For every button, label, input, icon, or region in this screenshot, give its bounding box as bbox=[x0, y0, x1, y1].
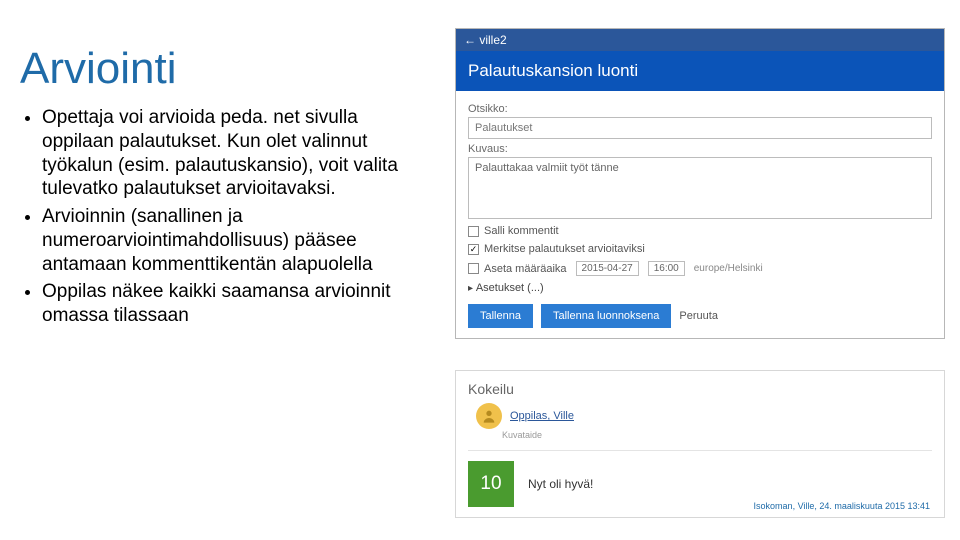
checkbox-mark-reviewable[interactable] bbox=[468, 244, 479, 255]
feedback-comment: Nyt oli hyvä! bbox=[528, 477, 593, 491]
checkbox-deadline-label: Aseta määräaika bbox=[484, 263, 567, 275]
checkbox-comments-label: Salli kommentit bbox=[484, 225, 559, 237]
checkbox-deadline[interactable] bbox=[468, 263, 479, 274]
feedback-panel: Kokeilu Oppilas, Ville Kuvataide 10 Nyt … bbox=[455, 370, 945, 518]
bullet-item: Arvioinnin (sanallinen ja numeroarvioint… bbox=[42, 205, 420, 276]
back-link[interactable]: ← ville2 bbox=[456, 29, 944, 51]
desc-label: Kuvaus: bbox=[468, 143, 932, 155]
checkbox-mark-label: Merkitse palautukset arvioitaviksi bbox=[484, 243, 645, 255]
student-name-link[interactable]: Oppilas, Ville bbox=[510, 410, 574, 422]
bullet-item: Opettaja voi arvioida peda. net sivulla … bbox=[42, 106, 420, 201]
timezone-label: europe/Helsinki bbox=[694, 263, 763, 274]
bullet-item: Oppilas näkee kaikki saamansa arvioinnit… bbox=[42, 280, 420, 328]
feedback-title: Kokeilu bbox=[468, 381, 932, 397]
save-draft-button[interactable]: Tallenna luonnoksena bbox=[541, 304, 671, 328]
checkbox-comments[interactable] bbox=[468, 226, 479, 237]
form-header: Palautuskansion luonti bbox=[456, 51, 944, 91]
slide-title: Arviointi bbox=[20, 44, 177, 94]
settings-disclosure[interactable]: Asetukset (...) bbox=[468, 282, 932, 294]
save-button[interactable]: Tallenna bbox=[468, 304, 533, 328]
divider bbox=[468, 450, 932, 451]
grade-badge: 10 bbox=[468, 461, 514, 507]
bullet-list: Opettaja voi arvioida peda. net sivulla … bbox=[20, 106, 420, 332]
feedback-meta: Kuvataide bbox=[502, 430, 932, 440]
title-label: Otsikko: bbox=[468, 103, 932, 115]
cancel-link[interactable]: Peruuta bbox=[679, 310, 718, 322]
deadline-date-input[interactable]: 2015-04-27 bbox=[576, 261, 639, 276]
deadline-time-input[interactable]: 16:00 bbox=[648, 261, 685, 276]
title-input[interactable] bbox=[468, 117, 932, 139]
user-icon bbox=[481, 408, 497, 424]
form-panel: ← ville2 Palautuskansion luonti Otsikko:… bbox=[455, 28, 945, 339]
desc-textarea[interactable] bbox=[468, 157, 932, 219]
feedback-signature: Isokoman, Ville, 24. maaliskuuta 2015 13… bbox=[754, 501, 930, 511]
avatar bbox=[476, 403, 502, 429]
